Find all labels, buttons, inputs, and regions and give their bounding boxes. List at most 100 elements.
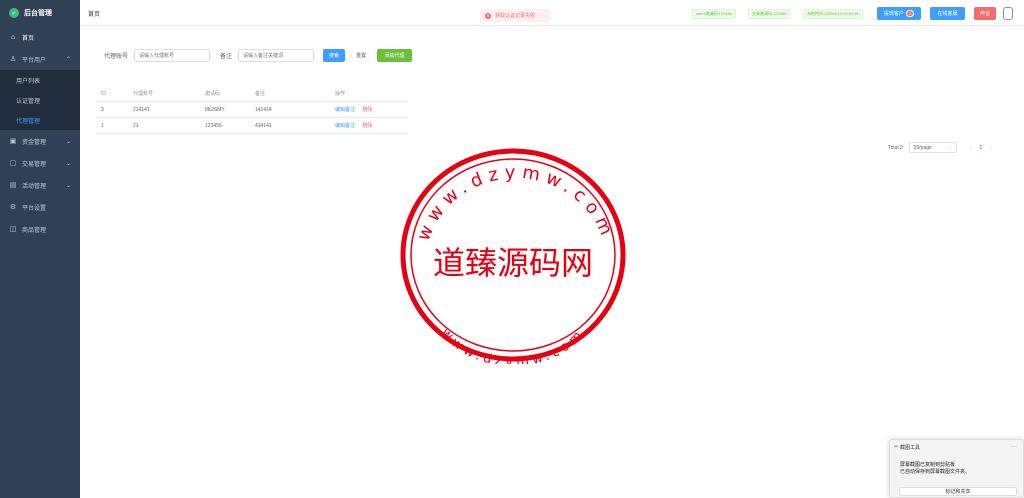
breadcrumb[interactable]: 首页 (88, 9, 100, 18)
delete-link[interactable]: 删除 (362, 107, 372, 113)
cell-code: 123456 (205, 122, 222, 129)
brand: ✓ 后台管理 (0, 0, 80, 26)
sidebar-item-label: 商品管理 (22, 227, 47, 234)
sidebar-item-activities[interactable]: ▤ 活动管理 ⌄ (0, 174, 80, 196)
stamp-bottom-text: www.dzymw.com (438, 326, 589, 364)
gear-icon: ⚙ (9, 204, 17, 211)
pagination: Total 2 20/page ⌄ ‹ 1 › (888, 142, 997, 153)
scissors-icon: ✂ (894, 444, 899, 450)
table-row: 3 214141 0K2SMY 141414 编辑备注 删除 (96, 102, 408, 118)
header-id: ID (101, 90, 106, 97)
sidebar-item-label: 资金管理 (22, 139, 47, 146)
sidebar-submenu: 用户列表 认证管理 代理管理 (0, 70, 80, 130)
stamp-center-text: 道臻源码网 (433, 244, 593, 282)
header-actions: 操作 (335, 91, 346, 97)
cell-account: 21 (133, 122, 139, 129)
sidebar-item-auth[interactable]: 认证管理 (0, 90, 80, 110)
home-icon: ⌂ (10, 33, 16, 41)
cell-id: 1 (101, 122, 104, 129)
mark-share-button[interactable]: 标记和共享 (899, 487, 1017, 496)
sidebar-item-label: 平台设置 (22, 205, 47, 212)
edit-remark-link[interactable]: 编辑备注 (335, 123, 355, 129)
sidebar-item-home[interactable]: ⌂ 首页 (0, 26, 80, 48)
sidebar-item-goods[interactable]: ◫ 商品管理 (0, 218, 80, 240)
header-remark: 备注 (255, 91, 266, 97)
table-header: ID 代理账号 邀请码 备注 操作 (96, 86, 408, 102)
sidebar-item-settings[interactable]: ⚙ 平台设置 (0, 196, 80, 218)
logo-icon: ✓ (9, 8, 19, 18)
agent-table: ID 代理账号 邀请码 备注 操作 3 214141 0K2SMY 141414… (96, 86, 408, 134)
goods-icon: ◫ (9, 226, 17, 233)
online-service-button[interactable]: 在线客服 (930, 7, 965, 20)
snipping-toast[interactable]: ✂ 截图工具 ··· 屏幕截图已复制到剪贴板 已自动保存到屏幕截图文件夹。 标记… (889, 439, 1024, 498)
remark-input[interactable] (238, 49, 315, 62)
withdraw-customer-label: 提现客户 (883, 11, 904, 17)
avatar[interactable] (1003, 7, 1013, 20)
local-time-tag: 本地时间:2025/3/19 13:53:36 (803, 9, 863, 19)
prev-page-icon[interactable]: ‹ (970, 145, 972, 151)
sound-button[interactable]: 声音 (974, 7, 996, 20)
sidebar-item-label: 活动管理 (22, 183, 47, 190)
page-size-select[interactable]: 20/page ⌄ (908, 142, 957, 153)
header-account: 代理账号 (133, 91, 154, 97)
sidebar: ✓ 后台管理 ⌂ 首页 ♙ 平台用户 ⌃ 用户列表 认证管理 代理管理 ▣ 资金… (0, 0, 80, 498)
toast-header: ✂ 截图工具 ··· (890, 440, 1023, 454)
brand-title: 后台管理 (24, 10, 52, 17)
add-agent-button[interactable]: 添加代理 (377, 49, 413, 62)
sidebar-item-label: 交易管理 (22, 161, 47, 168)
cell-actions: 编辑备注 删除 (330, 122, 408, 129)
header-code: 邀请码 (205, 91, 221, 97)
toast-line2: 已自动保存到屏幕截图文件夹。 (900, 469, 971, 475)
cell-code: 0K2SMY (205, 106, 225, 113)
alert-text: 获取认证记录失败 (495, 13, 536, 19)
withdraw-customer-button[interactable]: 提现客户 0 (877, 7, 921, 20)
sidebar-item-trades[interactable]: ▢ 交易管理 ⌄ (0, 152, 80, 174)
cell-remark: 414141 (255, 122, 272, 129)
pagination-total: Total 2 (888, 144, 903, 151)
toast-title: 截图工具 (900, 444, 921, 451)
sidebar-item-platform-users[interactable]: ♙ 平台用户 ⌃ (0, 48, 80, 70)
toast-line1: 屏幕截图已复制到剪贴板 (900, 462, 956, 468)
cell-actions: 编辑备注 删除 (330, 106, 408, 113)
chevron-up-icon: ⌃ (65, 56, 71, 63)
page-number[interactable]: 1 (979, 145, 982, 151)
delete-link[interactable]: 删除 (362, 123, 372, 129)
next-page-icon[interactable]: › (990, 145, 992, 151)
trade-icon: ▢ (9, 160, 17, 167)
trade-invite-tag: 交易邀请码:123456 (748, 9, 791, 19)
sidebar-item-label: 用户列表 (16, 78, 41, 85)
chevron-down-icon: ⌄ (65, 138, 71, 145)
agent-label: 代理账号 (104, 54, 129, 60)
sidebar-item-label: 平台用户 (22, 57, 47, 64)
wallet-icon: ▣ (9, 138, 17, 145)
reset-button[interactable]: 重置 (350, 49, 373, 62)
table-row: 1 21 123456 414141 编辑备注 删除 (96, 118, 408, 134)
page-size-value: 20/page (913, 144, 932, 151)
search-form: 代理账号 备注 搜索 重置 添加代理 (104, 49, 413, 62)
edit-remark-link[interactable]: 编辑备注 (335, 107, 355, 113)
topbar: 首页 ✕ 获取认证记录失败 web3邀请码:123456 交易邀请码:12345… (80, 0, 1024, 26)
sidebar-item-label: 代理管理 (16, 118, 41, 125)
watermark-stamp: www.dzymw.com 道臻源码网 www.dzymw.com (400, 148, 626, 364)
activity-icon: ▤ (9, 182, 17, 189)
agent-input[interactable] (134, 49, 211, 62)
error-icon: ✕ (485, 12, 491, 19)
chevron-down-icon: ⌄ (65, 160, 71, 167)
cell-id: 3 (101, 106, 104, 113)
sidebar-item-label: 首页 (22, 35, 35, 42)
sidebar-item-agent[interactable]: 代理管理 (0, 110, 80, 130)
search-button[interactable]: 搜索 (323, 49, 346, 62)
withdraw-badge: 0 (905, 10, 915, 17)
cell-account: 214141 (133, 106, 150, 113)
sidebar-item-label: 认证管理 (16, 98, 41, 105)
remark-label: 备注 (220, 54, 233, 60)
more-icon[interactable]: ··· (1011, 444, 1017, 450)
chevron-down-icon: ⌄ (65, 182, 71, 189)
user-icon: ♙ (9, 56, 17, 63)
cell-remark: 141414 (255, 106, 272, 113)
sidebar-item-user-list[interactable]: 用户列表 (0, 70, 80, 90)
chevron-down-icon: ⌄ (947, 144, 952, 151)
web3-invite-tag: web3邀请码:123456 (692, 9, 737, 19)
error-alert: ✕ 获取认证记录失败 (480, 9, 550, 22)
sidebar-item-funds[interactable]: ▣ 资金管理 ⌄ (0, 130, 80, 152)
